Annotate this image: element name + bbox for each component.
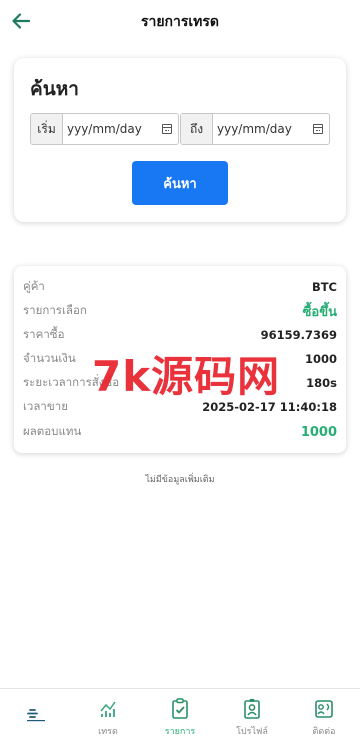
nav-item-home[interactable] xyxy=(0,689,72,741)
profile-badge-icon xyxy=(241,698,263,720)
back-button[interactable] xyxy=(8,8,34,34)
trade-row-buy-price: ราคาซื้อ 96159.7369 xyxy=(23,323,337,347)
from-date-label: เริ่ม xyxy=(31,114,63,144)
contact-icon xyxy=(313,698,335,720)
page-title: รายการเทรด xyxy=(140,14,220,30)
row-value: 2025-02-17 11:40:18 xyxy=(202,400,337,414)
row-label: คู่ค้า xyxy=(23,279,45,293)
logo-icon xyxy=(27,709,45,722)
arrow-left-icon xyxy=(12,13,31,29)
to-date-label: ถึง xyxy=(181,114,213,144)
row-value: 1000 xyxy=(304,352,337,366)
nav-label-profile: โปรไฟล์ xyxy=(236,727,268,737)
to-date-input[interactable]: yyy/mm/day xyxy=(213,114,329,144)
clipboard-check-icon xyxy=(169,698,191,720)
nav-item-trade[interactable]: เทรด xyxy=(72,689,144,741)
calendar-icon[interactable] xyxy=(312,124,324,134)
row-label: ราคาซื้อ xyxy=(23,327,65,341)
chart-icon xyxy=(97,698,119,720)
from-date-group: เริ่ม yyy/mm/day xyxy=(30,113,179,145)
trade-row-pair: คู่ค้า BTC xyxy=(23,275,337,299)
trade-row-duration: ระยะเวลาการสั่งซื้อ 180s xyxy=(23,371,337,395)
row-value: 180s xyxy=(306,376,337,390)
from-date-input[interactable]: yyy/mm/day xyxy=(63,114,178,144)
row-label: รายการเลือก xyxy=(23,303,87,317)
no-more-data-note: ไม่มีข้อมูลเพิ่มเติม xyxy=(145,475,215,485)
search-title: ค้นหา xyxy=(30,78,79,100)
row-label: ระยะเวลาการสั่งซื้อ xyxy=(23,375,120,389)
nav-label-contact: ติดต่อ xyxy=(312,727,336,737)
row-label: ผลตอบแทน xyxy=(23,424,82,438)
to-date-placeholder: yyy/mm/day xyxy=(217,122,292,136)
search-button[interactable]: ค้นหา xyxy=(132,161,228,205)
trade-row-return: ผลตอบแทน 1000 xyxy=(23,420,337,444)
trade-row-option: รายการเลือก ซื้อขึ้น xyxy=(23,299,337,323)
bottom-nav: เทรด รายการ โปรไฟล์ ติดต่อ xyxy=(0,688,360,741)
nav-item-orders[interactable]: รายการ xyxy=(144,689,216,741)
nav-item-contact[interactable]: ติดต่อ xyxy=(288,689,360,741)
row-value: 1000 xyxy=(300,424,337,440)
calendar-icon[interactable] xyxy=(161,124,173,134)
nav-label-trade: เทรด xyxy=(98,727,118,737)
top-bar: รายการเทรด xyxy=(0,0,360,44)
trade-row-amount: จำนวนเงิน 1000 xyxy=(23,347,337,371)
row-value: BTC xyxy=(311,280,337,294)
row-value: 96159.7369 xyxy=(260,328,337,342)
nav-label-orders: รายการ xyxy=(164,727,196,737)
trade-row-sell-time: เวลาขาย 2025-02-17 11:40:18 xyxy=(23,395,337,419)
row-label: จำนวนเงิน xyxy=(23,351,76,365)
row-value: ซื้อขึ้น xyxy=(302,304,337,320)
search-card: ค้นหา เริ่ม yyy/mm/day ถึง yyy/mm/day ค้… xyxy=(14,58,346,222)
nav-item-profile[interactable]: โปรไฟล์ xyxy=(216,689,288,741)
trade-card: คู่ค้า BTC รายการเลือก ซื้อขึ้น ราคาซื้อ… xyxy=(14,266,346,453)
row-label: เวลาขาย xyxy=(23,399,68,413)
to-date-group: ถึง yyy/mm/day xyxy=(180,113,330,145)
from-date-placeholder: yyy/mm/day xyxy=(67,122,142,136)
